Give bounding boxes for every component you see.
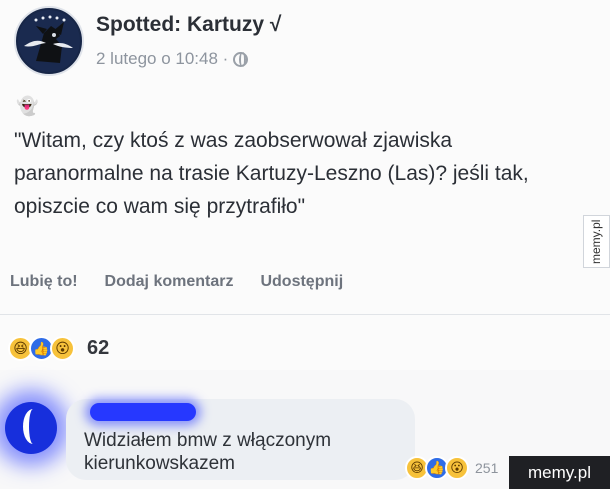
comment-text: Widziałem bmw z włączonym kierunkowskaze… — [84, 430, 332, 474]
redacted-commenter-name — [90, 403, 196, 421]
comment-reactions[interactable]: 😆 👍 😮 251 — [405, 456, 498, 480]
reaction-count: 62 — [87, 337, 110, 359]
post-timestamp[interactable]: 2 lutego o 10:48 · — [96, 49, 228, 69]
watermark: memy.pl — [509, 456, 610, 489]
globe-icon — [233, 51, 249, 67]
divider — [0, 314, 610, 315]
commenter-avatar[interactable] — [5, 402, 57, 454]
page-avatar[interactable] — [14, 6, 84, 76]
wow-reaction-icon: 😮 — [50, 336, 75, 361]
facebook-post: Spotted: Kartuzy √ 2 lutego o 10:48 · 👻 … — [0, 0, 610, 489]
share-button[interactable]: Udostępnij — [260, 273, 343, 291]
comment-button[interactable]: Dodaj komentarz — [105, 273, 234, 291]
dog-logo-icon — [18, 10, 80, 72]
ghost-icon: 👻 — [16, 96, 39, 116]
reaction-summary[interactable]: 😆 👍 😮 62 — [8, 336, 109, 361]
side-watermark: memy.pl — [583, 215, 610, 268]
post-text: "Witam, czy ktoś z was zaobserwował zjaw… — [14, 129, 529, 218]
post-actions: Lubię to! Dodaj komentarz Udostępnij — [10, 273, 343, 291]
page-name[interactable]: Spotted: Kartuzy √ — [96, 13, 281, 37]
comment-reaction-count: 251 — [475, 460, 499, 476]
like-button[interactable]: Lubię to! — [10, 273, 78, 291]
wow-reaction-icon: 😮 — [445, 456, 469, 480]
post-meta: 2 lutego o 10:48 · — [96, 49, 249, 69]
